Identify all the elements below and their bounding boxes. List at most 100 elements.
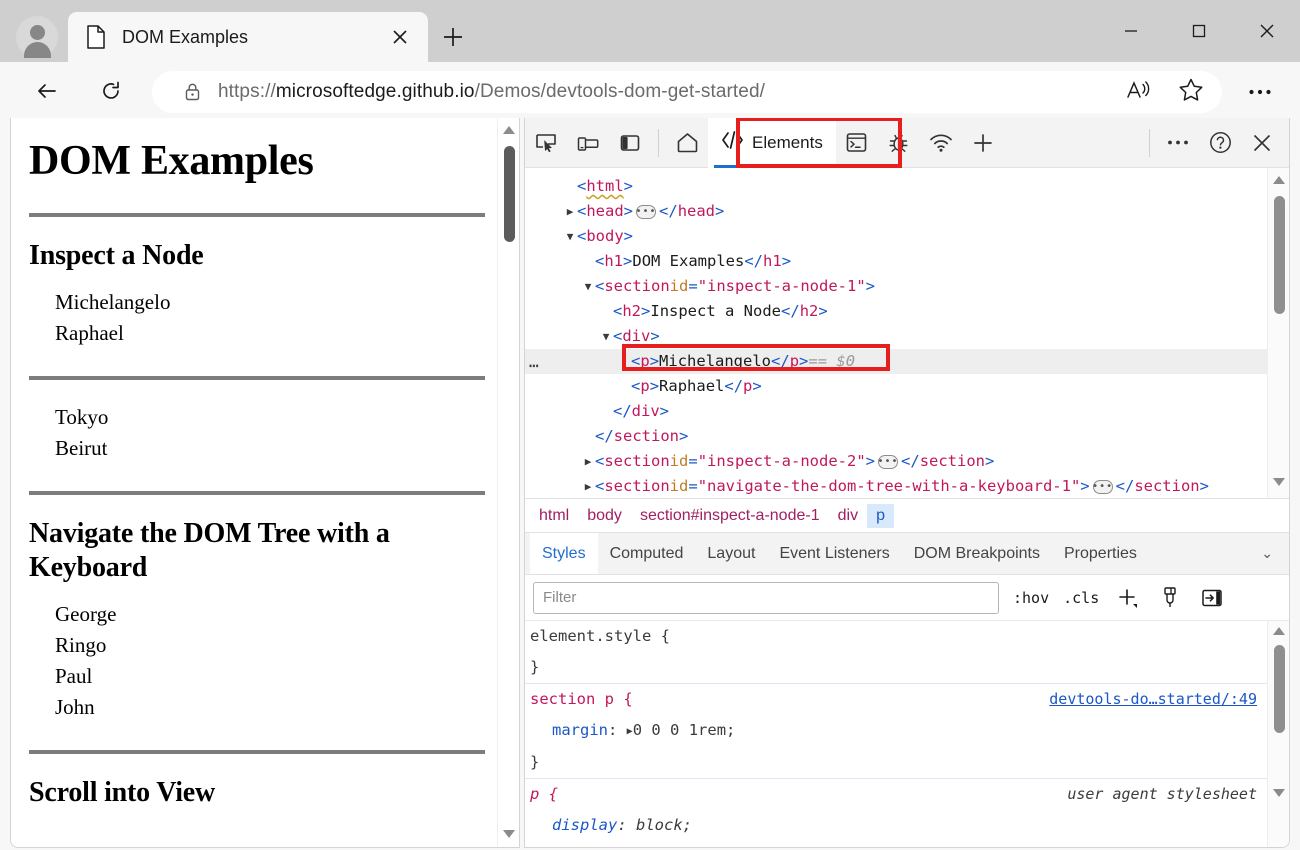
dom-node[interactable]: ▶ < section id = "inspect-a-node-2" > ••• </sec… bbox=[525, 449, 1267, 474]
add-panel-icon[interactable] bbox=[962, 125, 1004, 161]
code-token-tag: p bbox=[640, 352, 650, 370]
window-close-button[interactable] bbox=[1244, 12, 1290, 50]
scroll-up-arrow-icon[interactable] bbox=[1273, 176, 1285, 184]
device-emulation-icon[interactable] bbox=[567, 125, 609, 161]
scroll-up-arrow-icon[interactable] bbox=[503, 126, 515, 134]
browser-tab[interactable]: DOM Examples bbox=[68, 12, 428, 62]
sidebar-tab-event-listeners[interactable]: Event Listeners bbox=[767, 533, 901, 575]
css-source-link[interactable]: devtools-do…started/:49 bbox=[1049, 684, 1257, 715]
network-icon[interactable] bbox=[920, 125, 962, 161]
css-property-value[interactable]: 0 0 0 1rem; bbox=[633, 721, 736, 739]
breadcrumb-item-html[interactable]: html bbox=[530, 504, 578, 528]
dom-node[interactable]: ▼ < body > bbox=[525, 224, 1267, 249]
page-scrollbar[interactable] bbox=[497, 118, 519, 847]
css-declaration[interactable]: display: block; bbox=[530, 810, 1267, 841]
scroll-down-arrow-icon[interactable] bbox=[503, 830, 515, 838]
scrollbar-thumb[interactable] bbox=[503, 146, 515, 242]
section-heading: Inspect a Node bbox=[29, 240, 204, 272]
css-rule[interactable]: section p {devtools-do…started/:49 margin… bbox=[525, 683, 1267, 778]
breadcrumb-item-section-inspect-a-node-1[interactable]: section#inspect-a-node-1 bbox=[631, 504, 829, 528]
tab-elements[interactable]: Elements bbox=[708, 118, 836, 168]
twisty-toggle-icon[interactable]: ▼ bbox=[581, 274, 595, 299]
dom-node[interactable]: < html > bbox=[525, 174, 1267, 199]
omnibox-actions bbox=[1126, 71, 1204, 113]
address-bar[interactable]: https://microsoftedge.github.io/Demos/de… bbox=[152, 71, 1222, 113]
devtools-close-icon[interactable] bbox=[1241, 125, 1283, 161]
sidebar-tab-dom-breakpoints[interactable]: DOM Breakpoints bbox=[902, 533, 1052, 575]
scrollbar-thumb[interactable] bbox=[1273, 196, 1285, 314]
twisty-toggle-icon[interactable]: ▼ bbox=[563, 224, 577, 249]
dom-node[interactable]: < h1 > DOM Examples </h1 > bbox=[525, 249, 1267, 274]
dom-node[interactable]: </section > bbox=[525, 424, 1267, 449]
styles-scrollbar[interactable] bbox=[1267, 621, 1289, 847]
sidebar-tab-strip[interactable]: Styles Computed Layout Event Listeners DOM B… bbox=[525, 532, 1289, 575]
hover-state-button[interactable]: :hov bbox=[1013, 589, 1049, 607]
open-computed-sidebar-icon[interactable] bbox=[1199, 585, 1225, 611]
panel-layout-icon[interactable] bbox=[609, 125, 651, 161]
dom-tree[interactable]: < html > ▶ < head > ••• </head > ▼ < body > < h1 > DOM Ex… bbox=[525, 174, 1267, 498]
paintbrush-icon[interactable] bbox=[1157, 585, 1183, 611]
twisty-toggle-icon[interactable]: ▶ bbox=[581, 449, 595, 474]
devtools-more-icon[interactable] bbox=[1157, 125, 1199, 161]
css-selector[interactable]: section p { bbox=[530, 690, 633, 708]
twisty-toggle-icon[interactable]: ▶ bbox=[563, 199, 577, 224]
sidebar-tab-properties[interactable]: Properties bbox=[1052, 533, 1149, 575]
expand-children-badge[interactable]: ••• bbox=[635, 204, 657, 219]
read-aloud-icon[interactable] bbox=[1126, 79, 1152, 106]
inspect-element-icon[interactable] bbox=[525, 125, 567, 161]
expand-children-badge[interactable]: ••• bbox=[877, 454, 899, 469]
css-property-name[interactable]: margin bbox=[552, 721, 608, 739]
profile-avatar[interactable] bbox=[16, 16, 58, 58]
twisty-toggle-icon[interactable]: ▼ bbox=[599, 324, 613, 349]
dom-node[interactable]: ▶ < section id = "navigate-the-dom-tree-with… bbox=[525, 474, 1267, 498]
scroll-down-arrow-icon[interactable] bbox=[1273, 478, 1285, 486]
dom-node[interactable]: ▼ < div > bbox=[525, 324, 1267, 349]
code-token-ang: < bbox=[613, 302, 623, 320]
console-icon[interactable] bbox=[836, 125, 878, 161]
scroll-up-arrow-icon[interactable] bbox=[1273, 627, 1285, 635]
sidebar-overflow-caret-icon[interactable]: ⌄ bbox=[1261, 545, 1273, 562]
window-maximize-button[interactable] bbox=[1176, 12, 1222, 50]
filter-input[interactable] bbox=[533, 581, 999, 614]
css-declaration[interactable]: margin: ▶0 0 0 1rem; bbox=[530, 715, 1267, 747]
help-icon[interactable] bbox=[1199, 125, 1241, 161]
css-selector[interactable]: p { bbox=[530, 785, 558, 803]
class-toggle-button[interactable]: .cls bbox=[1063, 589, 1099, 607]
home-icon[interactable] bbox=[666, 125, 708, 161]
dom-node[interactable]: ▼ < section id = "inspect-a-node-1" > bbox=[525, 274, 1267, 299]
scroll-down-arrow-icon[interactable] bbox=[1273, 789, 1285, 797]
dom-node[interactable]: </div > bbox=[525, 399, 1267, 424]
css-rule[interactable]: element.style {} bbox=[525, 621, 1267, 683]
expand-children-badge[interactable]: ••• bbox=[1092, 479, 1113, 494]
dom-node[interactable]: < p > Raphael </p > bbox=[525, 374, 1267, 399]
breadcrumb-item-p[interactable]: p bbox=[867, 503, 894, 528]
favorite-star-icon[interactable] bbox=[1178, 77, 1204, 107]
new-tab-button[interactable] bbox=[436, 20, 470, 54]
css-property-name[interactable]: display bbox=[552, 816, 617, 834]
dom-node-selected[interactable]: ⋯ < p > Michelangelo </p > == $0 bbox=[525, 349, 1267, 375]
browser-settings-more-button[interactable] bbox=[1243, 75, 1277, 109]
scrollbar-thumb[interactable] bbox=[1273, 645, 1285, 733]
css-selector[interactable]: element.style { bbox=[530, 627, 670, 645]
avatar-head-icon bbox=[29, 25, 45, 40]
twisty-toggle-icon[interactable]: ▶ bbox=[581, 474, 595, 498]
breadcrumb-item-body[interactable]: body bbox=[578, 504, 631, 528]
code-token-ang: = bbox=[688, 277, 698, 295]
css-rules-list[interactable]: element.style {} section p { devtools-do…s… bbox=[525, 621, 1267, 847]
breadcrumb[interactable]: html body section#inspect-a-node-1 div p bbox=[525, 498, 1289, 532]
dom-tree-scrollbar[interactable] bbox=[1267, 168, 1289, 498]
sources-bug-icon[interactable] bbox=[878, 125, 920, 161]
sidebar-tab-computed[interactable]: Computed bbox=[598, 533, 696, 575]
window-minimize-button[interactable] bbox=[1108, 12, 1154, 50]
dom-node[interactable]: < h2 > Inspect a Node </h2 > bbox=[525, 299, 1267, 324]
back-button[interactable] bbox=[28, 72, 66, 110]
breadcrumb-item-div[interactable]: div bbox=[829, 504, 867, 528]
dom-node[interactable]: ▶ < head > ••• </head > bbox=[525, 199, 1267, 224]
sidebar-tab-layout[interactable]: Layout bbox=[695, 533, 767, 575]
reload-button[interactable] bbox=[92, 72, 130, 110]
new-style-rule-icon[interactable] bbox=[1115, 585, 1141, 611]
css-property-value[interactable]: block; bbox=[636, 816, 692, 834]
sidebar-tab-styles[interactable]: Styles bbox=[530, 532, 598, 575]
css-rule[interactable]: p {user agent stylesheet display: block;} bbox=[525, 778, 1267, 847]
tab-close-icon[interactable] bbox=[386, 23, 414, 51]
